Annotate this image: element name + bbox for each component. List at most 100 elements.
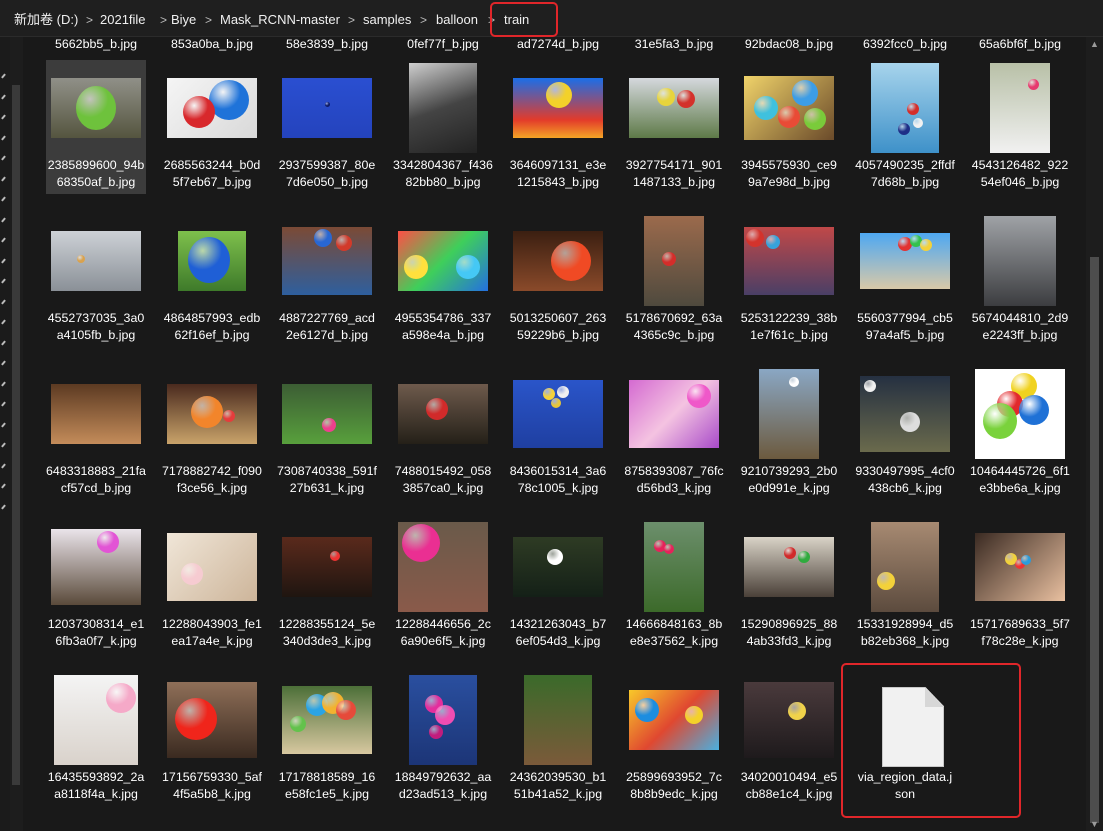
scroll-down-arrow-icon[interactable]: ▼ bbox=[1086, 817, 1103, 831]
breadcrumb-separator[interactable]: > bbox=[348, 0, 355, 36]
breadcrumb-drive[interactable]: 新加卷 (D:) bbox=[14, 0, 78, 36]
breadcrumb-balloon[interactable]: balloon bbox=[436, 0, 478, 36]
blue-balloon-photo bbox=[178, 231, 246, 291]
file-name: 5013250607_26359229b6_b.jpg bbox=[509, 311, 607, 342]
image-file-tile[interactable]: 3945575930_ce99a7e98d_b.jpg bbox=[739, 60, 839, 194]
file-name: 15331928994_d5b82eb368_k.jpg bbox=[856, 617, 954, 648]
address-bar[interactable]: 新加卷 (D:) > 2021file > Biye > Mask_RCNN-m… bbox=[0, 0, 1103, 37]
breadcrumb-2021file[interactable]: 2021file bbox=[100, 0, 146, 36]
image-file-tile[interactable]: 9330497995_4cf0438cb6_k.jpg bbox=[855, 366, 955, 500]
image-file-tile[interactable]: 5560377994_cb597a4af5_b.jpg bbox=[855, 213, 955, 347]
image-file-tile[interactable]: 17178818589_16e58fc1e5_k.jpg bbox=[277, 672, 377, 806]
image-file-tile[interactable]: 8758393087_76fcd56bd3_k.jpg bbox=[624, 366, 724, 500]
image-file-tile[interactable]: 15331928994_d5b82eb368_k.jpg bbox=[855, 519, 955, 653]
image-file-tile[interactable]: 10464445726_6f1e3bbe6a_k.jpg bbox=[970, 366, 1070, 500]
vertical-scrollbar[interactable]: ▲ ▼ bbox=[1086, 37, 1103, 831]
image-file-tile[interactable]: 5253122239_38b1e7f61c_b.jpg bbox=[739, 213, 839, 347]
breadcrumb-mask-rcnn-master[interactable]: Mask_RCNN-master bbox=[220, 0, 340, 36]
image-file-tile[interactable]: 12288043903_fe1ea17a4e_k.jpg bbox=[162, 519, 262, 653]
party-balloons-photo bbox=[629, 78, 719, 138]
image-file-tile[interactable]: 2937599387_80e7d6e050_b.jpg bbox=[277, 60, 377, 194]
street-balloons-photo bbox=[984, 216, 1056, 306]
file-name: 4887227769_acd2e6127d_b.jpg bbox=[279, 311, 375, 342]
image-file-tile[interactable]: 7178882742_f090f3ce56_k.jpg bbox=[162, 366, 262, 500]
image-file-tile[interactable]: 4864857993_edb62f16ef_b.jpg bbox=[162, 213, 262, 347]
image-file-tile[interactable]: 2685563244_b0d5f7eb67_b.jpg bbox=[162, 60, 262, 194]
image-file-tile[interactable]: 12288446656_2c6a90e6f5_k.jpg bbox=[393, 519, 493, 653]
image-file-tile[interactable]: 18849792632_aad23ad513_k.jpg bbox=[393, 672, 493, 806]
file-name: 17178818589_16e58fc1e5_k.jpg bbox=[278, 770, 376, 801]
image-file-tile[interactable]: 14321263043_b76ef054d3_k.jpg bbox=[508, 519, 608, 653]
image-file-tile[interactable]: 15717689633_5f7f78c28e_k.jpg bbox=[970, 519, 1070, 653]
file-grid[interactable]: 5662bb5_b.jpg 853a0ba_b.jpg 58e3839_b.jpg 0… bbox=[0, 37, 1086, 831]
image-file-tile[interactable]: 34020010494_e5cb88e1c4_k.jpg bbox=[739, 672, 839, 806]
breadcrumb-separator[interactable]: > bbox=[420, 0, 427, 36]
file-name: 3927754171_9011487133_b.jpg bbox=[625, 158, 723, 189]
file-tile-partial[interactable]: 65a6bf6f_b.jpg bbox=[970, 37, 1070, 55]
image-file-tile[interactable]: 4543126482_92254ef046_b.jpg bbox=[970, 60, 1070, 194]
image-file-tile[interactable]: 4552737035_3a0a4105fb_b.jpg bbox=[46, 213, 146, 347]
image-file-tile[interactable]: 6483318883_21facf57cd_b.jpg bbox=[46, 366, 146, 500]
file-name: 4864857993_edb62f16ef_b.jpg bbox=[163, 311, 261, 342]
image-file-tile[interactable]: 14666848163_8be8e37562_k.jpg bbox=[624, 519, 724, 653]
file-name: 12037308314_e16fb3a0f7_k.jpg bbox=[47, 617, 145, 648]
image-file-tile[interactable]: 12288355124_5e340d3de3_k.jpg bbox=[277, 519, 377, 653]
image-file-tile[interactable]: 25899693952_7c8b8b9edc_k.jpg bbox=[624, 672, 724, 806]
file-name: 25899693952_7c8b8b9edc_k.jpg bbox=[626, 770, 722, 801]
image-file-tile[interactable]: 4955354786_337a598e4a_b.jpg bbox=[393, 213, 493, 347]
image-file-tile[interactable]: 24362039530_b151b41a52_k.jpg bbox=[508, 672, 608, 806]
breadcrumb-separator[interactable]: > bbox=[488, 0, 495, 36]
file-name: 9210739293_2b0e0d991e_k.jpg bbox=[740, 464, 838, 495]
balloon-shape bbox=[685, 706, 703, 724]
json-file-tile[interactable]: via_region_data.json bbox=[847, 672, 963, 806]
breadcrumb-train[interactable]: train bbox=[504, 0, 529, 36]
image-file-tile[interactable]: 8436015314_3a678c1005_k.jpg bbox=[508, 366, 608, 500]
file-name: 7308740338_591f27b631_k.jpg bbox=[277, 464, 377, 495]
balloon-shape bbox=[325, 102, 330, 107]
file-tile-partial[interactable]: ad7274d_b.jpg bbox=[508, 37, 608, 55]
scroll-up-arrow-icon[interactable]: ▲ bbox=[1086, 37, 1103, 51]
file-tile-partial[interactable]: 6392fcc0_b.jpg bbox=[855, 37, 955, 55]
file-tile-partial[interactable]: 31e5fa3_b.jpg bbox=[624, 37, 724, 55]
woman-balloon-photo bbox=[990, 63, 1050, 153]
file-name: 65a6bf6f_b.jpg bbox=[979, 37, 1061, 51]
breadcrumb-separator[interactable]: > bbox=[160, 0, 167, 36]
image-file-tile[interactable]: 4887227769_acd2e6127d_b.jpg bbox=[277, 213, 377, 347]
balloon-shape bbox=[188, 237, 230, 283]
image-file-tile[interactable]: 3927754171_9011487133_b.jpg bbox=[624, 60, 724, 194]
image-file-tile[interactable]: 3646097131_e3e1215843_b.jpg bbox=[508, 60, 608, 194]
file-tile-partial[interactable]: 0fef77f_b.jpg bbox=[393, 37, 493, 55]
people-balloons-photo bbox=[282, 227, 372, 295]
file-name: 34020010494_e5cb88e1c4_k.jpg bbox=[740, 770, 838, 801]
file-tile-partial[interactable]: 853a0ba_b.jpg bbox=[162, 37, 262, 55]
image-file-tile[interactable]: 15290896925_884ab33fd3_k.jpg bbox=[739, 519, 839, 653]
image-file-tile[interactable]: 7488015492_0583857ca0_k.jpg bbox=[393, 366, 493, 500]
image-file-tile[interactable]: 16435593892_2aa8118f4a_k.jpg bbox=[46, 672, 146, 806]
file-name: 2685563244_b0d5f7eb67_b.jpg bbox=[163, 158, 261, 189]
image-file-tile[interactable]: 17156759330_5af4f5a5b8_k.jpg bbox=[162, 672, 262, 806]
file-name: 7178882742_f090f3ce56_k.jpg bbox=[162, 464, 262, 495]
balloon-shape bbox=[546, 82, 572, 108]
scroll-thumb[interactable] bbox=[1090, 257, 1099, 823]
image-file-tile[interactable]: 9210739293_2b0e0d991e_k.jpg bbox=[739, 366, 839, 500]
image-file-tile[interactable]: 5013250607_26359229b6_b.jpg bbox=[508, 213, 608, 347]
file-tile-partial[interactable]: 5662bb5_b.jpg bbox=[46, 37, 146, 55]
breadcrumb-samples[interactable]: samples bbox=[363, 0, 411, 36]
image-file-tile[interactable]: 4057490235_2ffdf7d68b_b.jpg bbox=[855, 60, 955, 194]
image-file-tile[interactable]: 3342804367_f43682bb80_b.jpg bbox=[393, 60, 493, 194]
balloon-shape bbox=[746, 229, 764, 247]
file-tile-partial[interactable]: 58e3839_b.jpg bbox=[277, 37, 377, 55]
image-file-tile[interactable]: 2385899600_94b68350af_b.jpg bbox=[46, 60, 146, 194]
file-tile-partial[interactable]: 92bdac08_b.jpg bbox=[739, 37, 839, 55]
image-file-tile[interactable]: 5674044810_2d9e2243ff_b.jpg bbox=[970, 213, 1070, 347]
balloon-shape bbox=[788, 702, 806, 720]
balloon-animals-photo bbox=[860, 376, 950, 452]
breadcrumb-separator[interactable]: > bbox=[86, 0, 93, 36]
image-file-tile[interactable]: 12037308314_e16fb3a0f7_k.jpg bbox=[46, 519, 146, 653]
room-window-balloons-photo bbox=[282, 537, 372, 597]
image-file-tile[interactable]: 7308740338_591f27b631_k.jpg bbox=[277, 366, 377, 500]
breadcrumb-separator[interactable]: > bbox=[205, 0, 212, 36]
page-fold-icon bbox=[925, 687, 944, 707]
breadcrumb-biye[interactable]: Biye bbox=[171, 0, 196, 36]
image-file-tile[interactable]: 5178670692_63a4365c9c_b.jpg bbox=[624, 213, 724, 347]
